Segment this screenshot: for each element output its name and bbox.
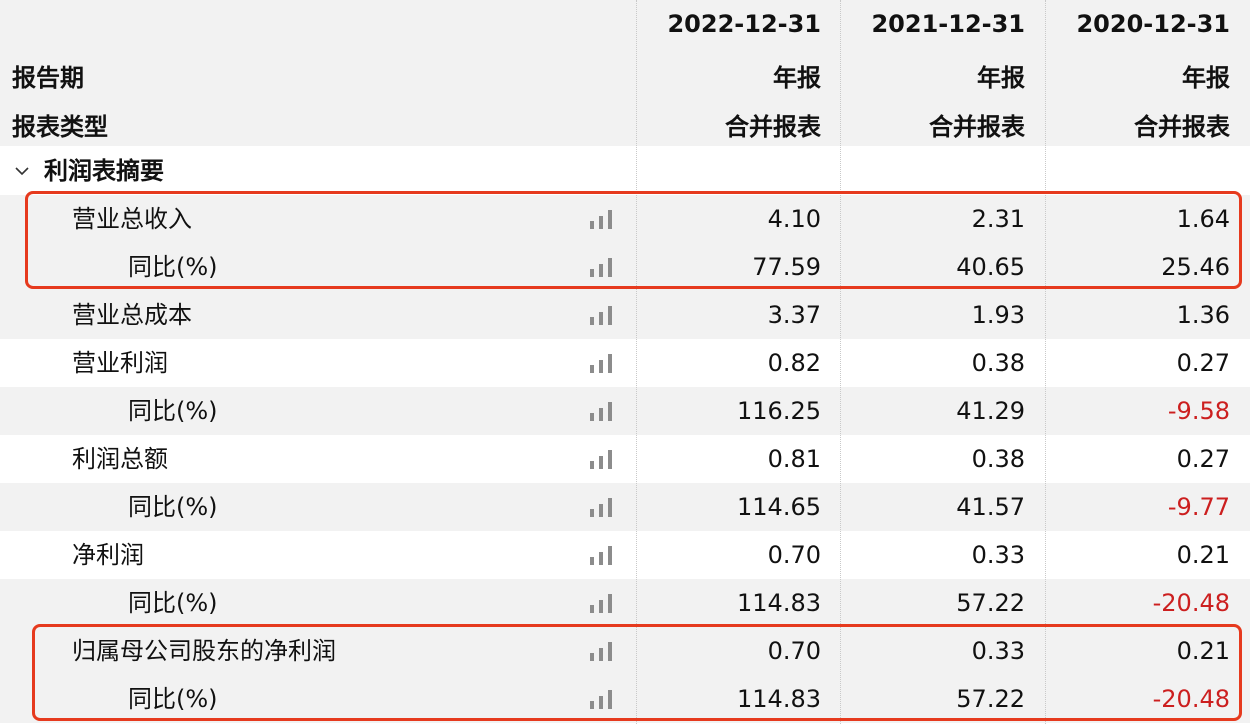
cell-value: 0.38: [971, 445, 1025, 473]
cell-value: 1.64: [1176, 205, 1230, 233]
bar-chart-icon[interactable]: [588, 497, 614, 517]
table-row: 同比(%) 77.59 40.65 25.46: [0, 243, 1250, 291]
column-period: 年报: [773, 64, 821, 92]
row-label: 利润总额: [72, 445, 168, 473]
cell-value: 0.33: [971, 637, 1025, 665]
bar-chart-icon[interactable]: [588, 305, 614, 325]
section-income-summary[interactable]: 利润表摘要: [0, 148, 1250, 194]
table-row: 归属母公司股东的净利润 0.70 0.33 0.21: [0, 627, 1250, 675]
column-report-type: 合并报表: [725, 113, 821, 141]
chevron-down-icon[interactable]: [14, 158, 30, 182]
cell-value: 0.70: [767, 637, 821, 665]
cell-value: 2.31: [971, 205, 1025, 233]
cell-value: 0.27: [1176, 349, 1230, 377]
cell-value: 114.83: [737, 589, 821, 617]
table-header: 报告期 报表类型 2022-12-31 年报 合并报表 2021-12-31 年…: [0, 0, 1250, 146]
column-date: 2022-12-31: [667, 10, 821, 38]
cell-value: 1.93: [971, 301, 1025, 329]
period-label: 报告期: [12, 64, 84, 92]
column-divider: [840, 0, 841, 724]
report-type-label: 报表类型: [12, 113, 108, 141]
cell-value: 77.59: [752, 253, 821, 281]
table-row: 同比(%) 114.65 41.57 -9.77: [0, 483, 1250, 531]
row-label: 同比(%): [128, 589, 218, 617]
cell-value: 1.36: [1176, 301, 1230, 329]
table-row: 同比(%) 114.83 57.22 -20.48: [0, 675, 1250, 723]
cell-value: 57.22: [956, 589, 1025, 617]
bar-chart-icon[interactable]: [588, 641, 614, 661]
column-divider: [1045, 0, 1046, 724]
cell-value: 0.70: [767, 541, 821, 569]
bar-chart-icon[interactable]: [588, 257, 614, 277]
row-label: 营业总成本: [72, 301, 192, 329]
table-row: 同比(%) 114.83 57.22 -20.48: [0, 579, 1250, 627]
column-divider: [636, 0, 637, 724]
cell-value: 57.22: [956, 685, 1025, 713]
cell-value: 116.25: [737, 397, 821, 425]
column-date: 2020-12-31: [1076, 10, 1230, 38]
cell-value: 0.33: [971, 541, 1025, 569]
table-row: 利润总额 0.81 0.38 0.27: [0, 435, 1250, 483]
cell-value: 114.65: [737, 493, 821, 521]
table-row: 同比(%) 116.25 41.29 -9.58: [0, 387, 1250, 435]
column-report-type: 合并报表: [929, 113, 1025, 141]
cell-value: 0.38: [971, 349, 1025, 377]
bar-chart-icon[interactable]: [588, 449, 614, 469]
column-date: 2021-12-31: [871, 10, 1025, 38]
cell-value: 4.10: [767, 205, 821, 233]
cell-value: 41.57: [956, 493, 1025, 521]
bar-chart-icon[interactable]: [588, 401, 614, 421]
table-row: 营业利润 0.82 0.38 0.27: [0, 339, 1250, 387]
cell-value-negative: -20.48: [1152, 685, 1230, 713]
bar-chart-icon[interactable]: [588, 545, 614, 565]
cell-value: 0.27: [1176, 445, 1230, 473]
cell-value: 0.21: [1176, 637, 1230, 665]
row-label: 同比(%): [128, 685, 218, 713]
row-label: 同比(%): [128, 253, 218, 281]
table-row: 营业总收入 4.10 2.31 1.64: [0, 195, 1250, 243]
column-report-type: 合并报表: [1134, 113, 1230, 141]
cell-value: 0.21: [1176, 541, 1230, 569]
table-row: 营业总成本 3.37 1.93 1.36: [0, 291, 1250, 339]
cell-value-negative: -9.58: [1167, 397, 1230, 425]
row-label: 净利润: [72, 541, 144, 569]
cell-value: 40.65: [956, 253, 1025, 281]
cell-value: 0.82: [767, 349, 821, 377]
bar-chart-icon[interactable]: [588, 353, 614, 373]
section-title: 利润表摘要: [44, 157, 164, 185]
bar-chart-icon[interactable]: [588, 689, 614, 709]
cell-value: 25.46: [1161, 253, 1230, 281]
cell-value: 41.29: [956, 397, 1025, 425]
cell-value-negative: -9.77: [1167, 493, 1230, 521]
column-period: 年报: [1182, 64, 1230, 92]
row-label: 同比(%): [128, 397, 218, 425]
row-label: 营业总收入: [72, 205, 192, 233]
row-label: 归属母公司股东的净利润: [72, 637, 336, 665]
column-period: 年报: [977, 64, 1025, 92]
table-row: 净利润 0.70 0.33 0.21: [0, 531, 1250, 579]
bar-chart-icon[interactable]: [588, 593, 614, 613]
row-label: 营业利润: [72, 349, 168, 377]
cell-value: 3.37: [767, 301, 821, 329]
cell-value: 0.81: [767, 445, 821, 473]
row-label: 同比(%): [128, 493, 218, 521]
bar-chart-icon[interactable]: [588, 209, 614, 229]
cell-value-negative: -20.48: [1152, 589, 1230, 617]
cell-value: 114.83: [737, 685, 821, 713]
